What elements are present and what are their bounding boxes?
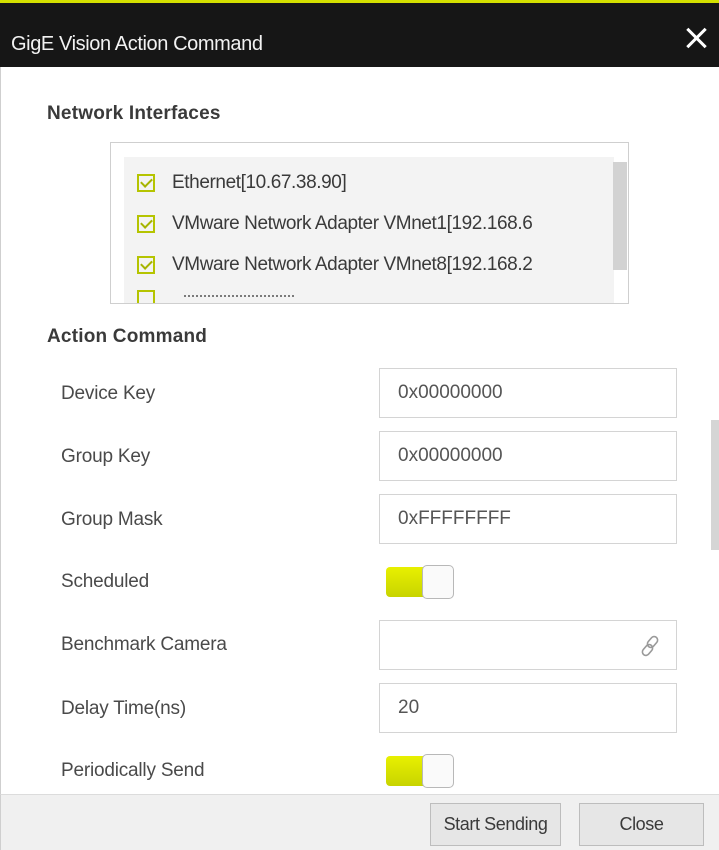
- dialog-scrollbar-thumb[interactable]: [711, 420, 719, 550]
- delay-time-label: Delay Time(ns): [61, 698, 186, 719]
- checkbox-checked-icon[interactable]: [137, 215, 155, 233]
- scheduled-toggle[interactable]: [386, 565, 454, 599]
- checkbox-checked-icon[interactable]: [137, 174, 155, 192]
- action-command-heading: Action Command: [47, 326, 208, 347]
- device-key-value: 0x00000000: [398, 382, 503, 403]
- checkbox-checked-icon[interactable]: [137, 256, 155, 274]
- periodically-send-toggle[interactable]: [386, 754, 454, 788]
- benchmark-camera-input[interactable]: [379, 620, 677, 670]
- toggle-knob: [422, 754, 454, 788]
- interface-label: VMware Network Adapter VMnet8[192.168.2: [172, 254, 533, 275]
- title-bar: GigE Vision Action Command: [0, 3, 719, 67]
- device-key-input[interactable]: 0x00000000: [379, 368, 677, 418]
- network-interfaces-heading: Network Interfaces: [47, 103, 221, 124]
- clipped-interface-label: [184, 295, 294, 299]
- close-button[interactable]: Close: [579, 803, 704, 846]
- delay-time-input[interactable]: 20: [379, 683, 677, 733]
- benchmark-camera-label: Benchmark Camera: [61, 634, 227, 655]
- list-scrollbar-thumb[interactable]: [613, 162, 627, 270]
- delay-time-value: 20: [398, 697, 420, 718]
- list-item[interactable]: VMware Network Adapter VMnet8[192.168.2: [137, 250, 612, 280]
- group-mask-label: Group Mask: [61, 509, 163, 530]
- checkbox-checked-icon[interactable]: [137, 290, 155, 303]
- list-item-partial[interactable]: [137, 290, 612, 303]
- toggle-knob: [422, 565, 454, 599]
- group-key-input[interactable]: 0x00000000: [379, 431, 677, 481]
- list-item[interactable]: VMware Network Adapter VMnet1[192.168.6: [137, 209, 612, 239]
- close-icon[interactable]: [683, 25, 709, 51]
- periodically-send-label: Periodically Send: [61, 760, 205, 781]
- group-key-value: 0x00000000: [398, 445, 503, 466]
- start-sending-button[interactable]: Start Sending: [430, 803, 561, 846]
- scheduled-label: Scheduled: [61, 571, 149, 592]
- window-title: GigE Vision Action Command: [11, 33, 263, 55]
- interface-label: Ethernet[10.67.38.90]: [172, 172, 347, 193]
- group-key-label: Group Key: [61, 446, 151, 467]
- group-mask-input[interactable]: 0xFFFFFFFF: [379, 494, 677, 544]
- link-icon[interactable]: [638, 634, 662, 658]
- group-mask-value: 0xFFFFFFFF: [398, 508, 511, 529]
- interface-label: VMware Network Adapter VMnet1[192.168.6: [172, 213, 533, 234]
- list-item[interactable]: Ethernet[10.67.38.90]: [137, 168, 612, 198]
- device-key-label: Device Key: [61, 383, 156, 404]
